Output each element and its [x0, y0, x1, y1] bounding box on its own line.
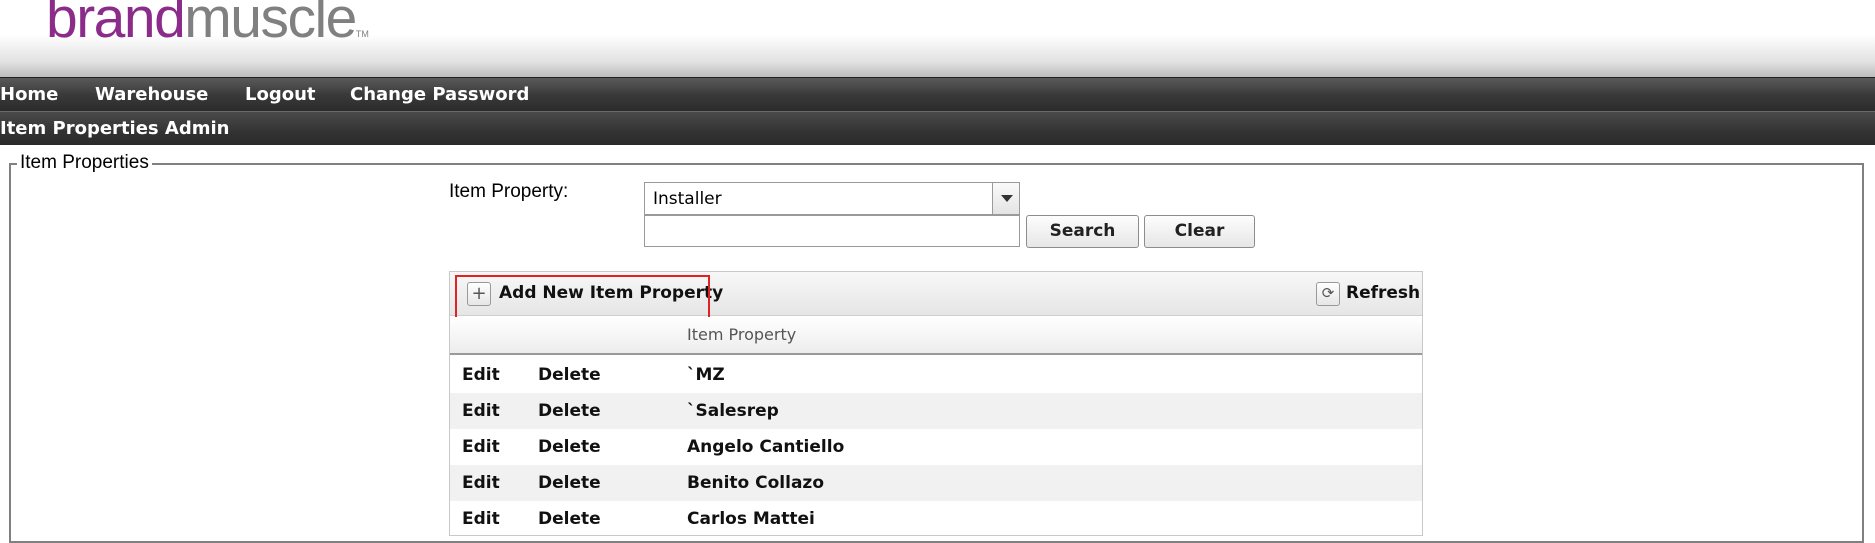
fieldset-legend: Item Properties [17, 152, 152, 174]
column-header-item-property[interactable]: Item Property [687, 325, 796, 344]
item-property-name: Angelo Cantiello [687, 437, 845, 457]
item-property-name: `Salesrep [687, 401, 779, 421]
delete-link[interactable]: Delete [538, 473, 601, 493]
header: brandmuscleTM [0, 0, 1875, 77]
table-row: Edit Delete Benito Collazo [450, 465, 1422, 501]
edit-link[interactable]: Edit [462, 365, 500, 385]
grid-column-header: Item Property [450, 317, 1422, 355]
delete-link[interactable]: Delete [538, 401, 601, 421]
edit-link[interactable]: Edit [462, 437, 500, 457]
table-row: Edit Delete Carlos Mattei [450, 501, 1422, 535]
table-row: Edit Delete Angelo Cantiello [450, 429, 1422, 465]
nav-change-password[interactable]: Change Password [350, 84, 529, 105]
logo-muscle-text: muscle [184, 0, 357, 50]
edit-link[interactable]: Edit [462, 509, 500, 529]
search-input[interactable] [644, 215, 1020, 247]
item-property-selected-value: Installer [653, 189, 722, 209]
page-title-bar: Item Properties Admin [0, 111, 1875, 145]
search-button[interactable]: Search [1026, 215, 1139, 248]
brandmuscle-logo[interactable]: brandmuscleTM [46, 0, 369, 64]
chevron-down-icon[interactable] [992, 183, 1019, 214]
logo-brand-text: brand [46, 0, 186, 50]
refresh-label[interactable]: Refresh [1346, 283, 1420, 303]
edit-link[interactable]: Edit [462, 473, 500, 493]
item-property-name: `MZ [687, 365, 725, 385]
edit-link[interactable]: Edit [462, 401, 500, 421]
nav-warehouse[interactable]: Warehouse [95, 84, 208, 105]
page-title: Item Properties Admin [0, 118, 230, 139]
table-row: Edit Delete `Salesrep [450, 393, 1422, 429]
item-property-name: Benito Collazo [687, 473, 824, 493]
item-property-select[interactable]: Installer [644, 182, 1020, 215]
nav-home[interactable]: Home [0, 84, 58, 105]
clear-button[interactable]: Clear [1144, 215, 1255, 248]
main-nav: Home Warehouse Logout Change Password [0, 77, 1875, 111]
item-property-name: Carlos Mattei [687, 509, 815, 529]
delete-link[interactable]: Delete [538, 437, 601, 457]
item-property-label: Item Property: [449, 181, 569, 202]
delete-link[interactable]: Delete [538, 365, 601, 385]
nav-logout[interactable]: Logout [245, 84, 316, 105]
table-row: Edit Delete `MZ [450, 357, 1422, 393]
logo-trademark: TM [355, 29, 369, 39]
item-properties-grid: + Add New Item Property ⟳ Refresh Item P… [449, 271, 1423, 536]
delete-link[interactable]: Delete [538, 509, 601, 529]
refresh-icon[interactable]: ⟳ [1316, 282, 1340, 306]
